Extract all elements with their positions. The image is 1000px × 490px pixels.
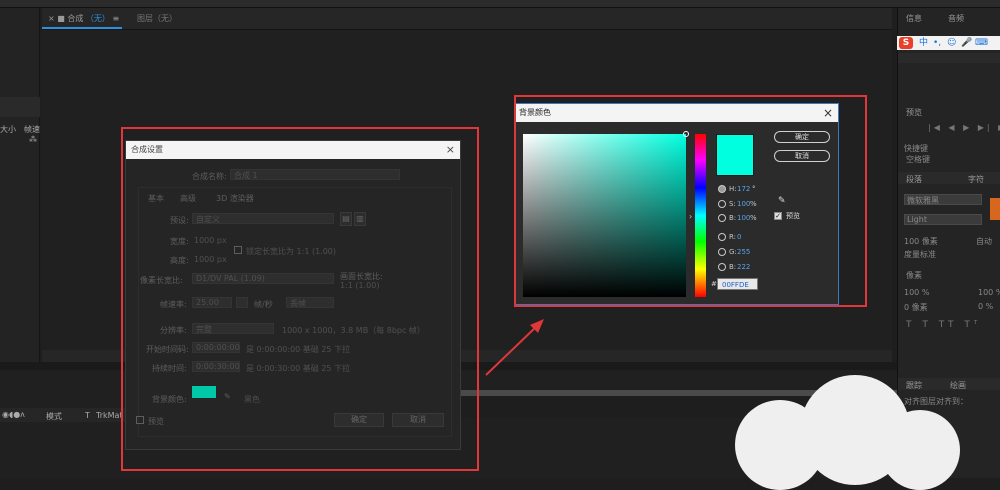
project-panel: 大小 帧速 ⁂ [0,8,40,363]
shortcut-value[interactable]: 空格键 [906,154,930,165]
baseline-shift-value[interactable]: 0 像素 [904,302,928,313]
tab-info[interactable]: 信息 [906,13,922,24]
ime-punctuation-icon[interactable]: •, [933,37,941,49]
close-icon[interactable]: × [48,14,55,23]
timeline-mode-label: 模式 [46,412,62,421]
annotation-arrow-icon [485,319,544,376]
right-panels: 信息 音频 预览 |◀ ◀ ▶ ▶| ▶| 快捷键 空格键 段落 字符 微软雅黑… [897,8,1000,478]
app-top-bar [0,0,1000,8]
vertical-scale-value[interactable]: 100 % [904,288,929,297]
menu-icon[interactable]: ≡ [112,14,119,23]
tsume-value[interactable]: 0 % [978,302,993,311]
ime-chinese-mode[interactable]: 中 [919,37,928,49]
horizontal-scale-value[interactable]: 100 % [978,288,1000,297]
project-column-fps[interactable]: 帧速 [24,124,40,135]
playback-controls[interactable]: |◀ ◀ ▶ ▶| ▶| [928,123,1000,132]
tab-composition-name: （无） [85,14,110,23]
ime-emoji-icon[interactable]: ☺ [947,37,956,49]
tab-layer[interactable]: 图层（无） [137,11,177,27]
tab-composition-label: 合成 [67,14,84,23]
tab-character[interactable]: 字符 [968,174,984,185]
timeline-trkmat-label: TrkMat [96,411,123,420]
tab-preview[interactable]: 预览 [906,107,922,118]
tab-paragraph[interactable]: 段落 [906,174,922,185]
leading-auto[interactable]: 自动 [976,236,992,247]
tab-composition[interactable]: × ■ 合成 （无） ≡ [42,11,125,27]
timeline-t-label: T [85,411,90,420]
cloud-shape [880,410,960,490]
font-style-select[interactable]: Light [904,214,982,225]
project-column-size[interactable]: 大小 [0,124,16,135]
annotation-box-background-color [514,95,867,307]
tab-active-underline [42,27,122,29]
ime-toolbar: S 中 •, ☺ 🎤 ⌨ [897,36,1000,50]
annotation-box-composition-settings [121,127,479,471]
info-area [898,53,1000,63]
lock-icon[interactable]: ■ [57,14,65,23]
tab-audio[interactable]: 音频 [948,13,964,24]
ime-keyboard-icon[interactable]: ⌨ [975,37,988,49]
font-size-value[interactable]: 100 像素 [904,236,938,247]
tab-tracker[interactable]: 跟踪 [906,380,922,391]
ime-voice-icon[interactable]: 🎤 [961,37,972,49]
align-to-label: 对齐图层对齐到： [904,397,968,406]
kerning-value[interactable]: 度量标准 [904,249,936,260]
flowchart-icon[interactable]: ⁂ [29,135,37,144]
fill-color-swatch[interactable] [990,198,1000,220]
text-style-buttons[interactable]: T T TT Tᵀ [906,320,981,330]
project-panel-header [0,97,40,117]
composition-panel-header: × ■ 合成 （无） ≡ 图层（无） [42,8,892,30]
av-switches-icon[interactable]: ◉◖●ᴧ [2,410,25,419]
stroke-width-value[interactable]: 像素 [906,270,922,281]
shortcut-label: 快捷键 [904,144,928,153]
tab-paint[interactable]: 绘画 [950,380,966,391]
sogou-logo-icon[interactable]: S [899,37,913,49]
font-family-select[interactable]: 微软雅黑 [904,194,982,205]
